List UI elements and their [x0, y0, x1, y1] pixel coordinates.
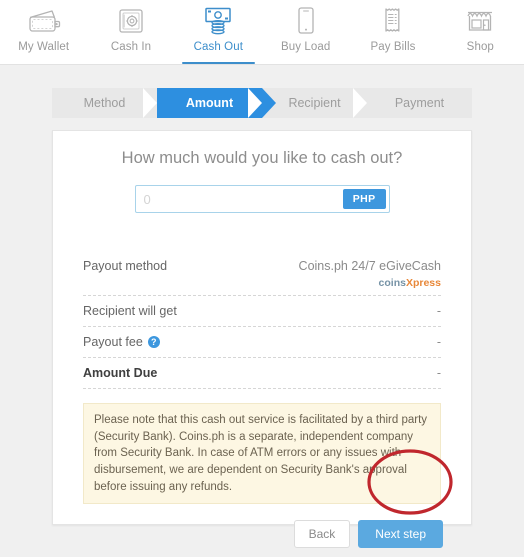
amount-input-group: PHP	[134, 185, 390, 213]
nav-item-cash-in[interactable]: Cash In	[87, 0, 174, 64]
payout-method-label: Payout method	[83, 259, 168, 273]
payout-details-list: Payout method Coins.ph 24/7 eGiveCash co…	[83, 255, 441, 389]
step-chevron-notch	[248, 88, 262, 118]
coinsxpress-logo: coinsXpress	[379, 277, 441, 289]
step-chevron-icon	[262, 88, 276, 118]
nav-item-buy-load[interactable]: Buy Load	[262, 0, 349, 64]
recipient-will-get-value: -	[436, 304, 441, 318]
main-navigation: My Wallet Cash In Cash Out Buy Load Pay …	[0, 0, 524, 65]
step-label-recipient: Recipient	[288, 96, 341, 110]
payout-fee-label: Payout fee	[83, 335, 143, 349]
row-payout-method: Payout method Coins.ph 24/7 eGiveCash co…	[83, 255, 441, 296]
step-method[interactable]: Method	[52, 88, 171, 118]
receipt-icon	[382, 6, 404, 36]
nav-label-cash-out: Cash Out	[193, 41, 244, 53]
nav-item-pay-bills[interactable]: Pay Bills	[349, 0, 436, 64]
step-recipient[interactable]: Recipient	[262, 88, 381, 118]
step-amount[interactable]: Amount	[157, 88, 276, 118]
safe-icon	[117, 6, 145, 36]
step-progress-bar: Method Amount Recipient Payment	[52, 88, 472, 118]
recipient-will-get-label: Recipient will get	[83, 304, 177, 318]
cash-out-amount-card: How much would you like to cash out? PHP…	[52, 130, 472, 549]
back-button[interactable]: Back	[293, 520, 351, 549]
amount-due-label: Amount Due	[83, 366, 158, 380]
wallet-icon	[27, 6, 61, 36]
amount-input[interactable]	[135, 186, 343, 212]
step-chevron-notch	[353, 88, 367, 118]
nav-label-pay-bills: Pay Bills	[370, 41, 416, 53]
help-circle-icon[interactable]: ?	[147, 336, 160, 348]
step-label-payment: Payment	[394, 96, 445, 110]
row-amount-due: Amount Due -	[83, 358, 441, 389]
nav-label-buy-load: Buy Load	[280, 41, 331, 53]
nav-label-cash-in: Cash In	[110, 41, 152, 53]
cash-out-icon	[202, 6, 234, 36]
payout-fee-label-group: Payout fee ?	[83, 335, 160, 349]
step-label-method: Method	[83, 96, 126, 110]
step-label-amount: Amount	[185, 96, 234, 110]
nav-label-my-wallet: My Wallet	[18, 41, 70, 53]
currency-php-button[interactable]: PHP	[342, 189, 386, 209]
payout-method-provider: Coins.ph 24/7 eGiveCash	[298, 259, 441, 273]
payout-method-value: Coins.ph 24/7 eGiveCash coinsXpress	[299, 259, 441, 290]
card-actions: Back Next step	[83, 520, 443, 549]
nav-item-cash-out[interactable]: Cash Out	[175, 0, 262, 64]
mobile-phone-icon	[296, 6, 316, 36]
nav-item-my-wallet[interactable]: My Wallet	[0, 0, 87, 64]
page-title: How much would you like to cash out?	[121, 149, 403, 167]
row-recipient-will-get: Recipient will get -	[83, 296, 441, 327]
step-chevron-notch	[143, 88, 157, 118]
nav-label-shop: Shop	[466, 41, 494, 53]
next-step-button[interactable]: Next step	[358, 520, 443, 549]
nav-item-shop[interactable]: Shop	[437, 0, 524, 64]
third-party-notice: Please note that this cash out service i…	[83, 403, 441, 505]
payout-fee-value: -	[436, 335, 441, 349]
storefront-icon	[465, 6, 495, 36]
amount-due-value: -	[436, 366, 441, 380]
brand-text-coins: coins	[378, 276, 406, 289]
brand-text-xpress: Xpress	[405, 276, 441, 289]
row-payout-fee: Payout fee ? -	[83, 327, 441, 358]
step-payment[interactable]: Payment	[367, 88, 472, 118]
active-tab-underline	[181, 61, 255, 64]
